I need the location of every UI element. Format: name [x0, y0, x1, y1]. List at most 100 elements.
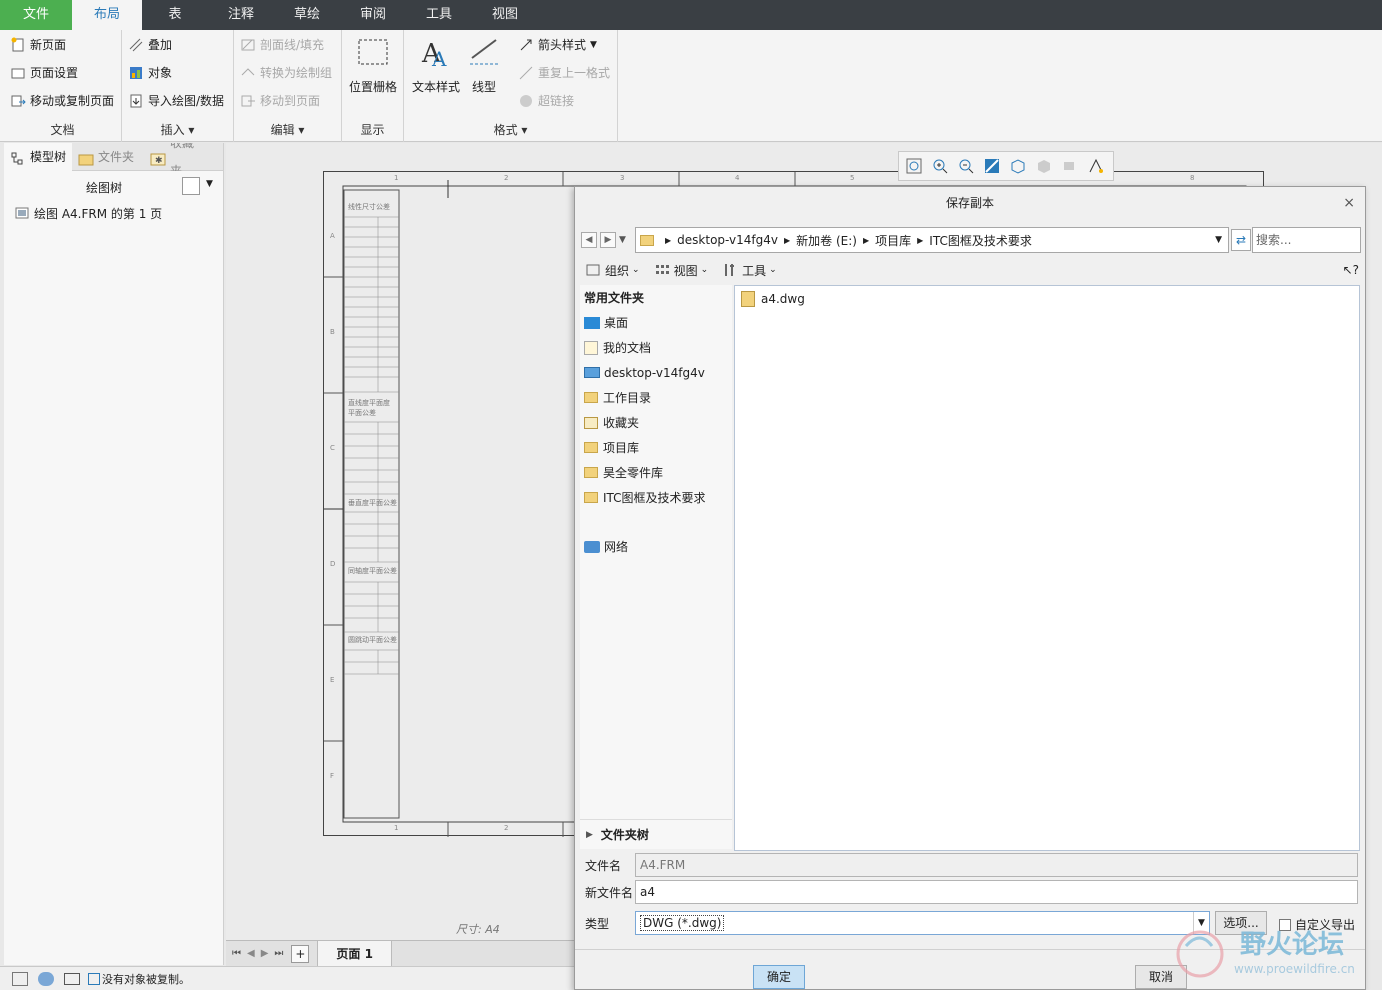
tab-layout[interactable]: 布局	[72, 0, 142, 30]
view-grid-icon	[654, 262, 670, 278]
ok-button[interactable]: 确定	[753, 965, 805, 989]
text-style-icon: AA	[418, 34, 454, 71]
nav-item-itc[interactable]: ITC图框及技术要求	[580, 485, 732, 510]
import-drawing-button[interactable]: 导入绘图/数据	[128, 90, 224, 112]
zoom-fit-icon[interactable]	[905, 157, 923, 175]
first-page-icon[interactable]: ⏮	[232, 948, 241, 959]
dwg-file-icon	[741, 291, 755, 307]
view-button[interactable]: 视图 ⌄	[654, 262, 708, 279]
folder-tree-toggle[interactable]: ▶ 文件夹树	[580, 819, 732, 849]
col-number-4: 4	[735, 174, 740, 182]
breadcrumb-item[interactable]: 项目库	[875, 232, 911, 249]
breadcrumb[interactable]: ▶ desktop-v14fg4v ▶ 新加卷 (E:) ▶ 项目库 ▶ ITC…	[635, 227, 1229, 253]
move-to-page-button[interactable]: 移动到页面	[240, 90, 320, 112]
hatch-fill-label: 剖面线/填充	[260, 38, 325, 52]
status-bar: 没有对象被复制。	[0, 966, 574, 990]
group-edit: 剖面线/填充 转换为绘制组 移动到页面 编辑 ▾	[234, 30, 342, 142]
close-button[interactable]: ×	[1343, 187, 1355, 219]
hatch-fill-button[interactable]: 剖面线/填充	[240, 34, 324, 56]
chevron-down-icon[interactable]: ▼	[1215, 235, 1222, 245]
tab-model-tree[interactable]: 模型树	[4, 143, 73, 171]
search-input[interactable]: 搜索...	[1252, 227, 1361, 253]
text-style-button[interactable]: AA 文本样式	[406, 34, 466, 95]
add-page-button[interactable]: +	[291, 944, 310, 963]
breadcrumb-item[interactable]: ITC图框及技术要求	[929, 232, 1032, 249]
tab-folder[interactable]: 文件夹	[72, 143, 144, 171]
tools-button[interactable]: 工具 ⌄	[722, 262, 777, 279]
nav-item-computer[interactable]: desktop-v14fg4v	[580, 360, 732, 385]
new-page-button[interactable]: 新页面	[10, 34, 66, 56]
arrow-style-button[interactable]: 箭头样式 ▼	[518, 34, 597, 56]
orient-icon[interactable]	[1035, 157, 1053, 175]
repeat-format-button[interactable]: 重复上一格式	[518, 62, 610, 84]
help-icon[interactable]: ↖?	[1343, 263, 1359, 277]
nav-item-desktop[interactable]: 桌面	[580, 310, 732, 335]
tab-sketch[interactable]: 草绘	[274, 0, 340, 30]
zoom-in-icon[interactable]	[931, 157, 949, 175]
row-letter-b: B	[330, 328, 335, 336]
history-dropdown-icon[interactable]: ▼	[619, 235, 626, 245]
repaint-icon[interactable]	[983, 157, 1001, 175]
object-button[interactable]: 对象	[128, 62, 172, 84]
menu-bar: 文件 布局 表 注释 草绘 审阅 工具 视图	[0, 0, 1382, 30]
folder-icon	[640, 234, 654, 246]
tab-tools[interactable]: 工具	[406, 0, 472, 30]
toggle-tree-icon[interactable]	[12, 971, 28, 986]
group-format-title[interactable]: 格式 ▾	[404, 121, 617, 138]
nav-item-parts-lib[interactable]: 昊全零件库	[580, 460, 732, 485]
back-icon[interactable]: ◀	[581, 232, 597, 248]
tree-item-page[interactable]: 绘图 A4.FRM 的第 1 页	[4, 201, 223, 225]
last-page-icon[interactable]: ⏭	[274, 948, 283, 959]
refresh-icon[interactable]: ⇄	[1231, 229, 1251, 251]
hyperlink-button[interactable]: 超链接	[518, 90, 574, 112]
tab-favorites[interactable]: ✱ 收藏夹	[144, 143, 210, 171]
convert-draft-group-button[interactable]: 转换为绘制组	[240, 62, 332, 84]
page-setup-icon	[10, 65, 26, 81]
move-copy-page-button[interactable]: 移动或复制页面	[10, 90, 114, 112]
tab-file[interactable]: 文件	[0, 0, 72, 30]
zoom-out-icon[interactable]	[957, 157, 975, 175]
nav-item-favorites[interactable]: 收藏夹	[580, 410, 732, 435]
file-item[interactable]: a4.dwg	[741, 290, 805, 308]
chevron-down-icon[interactable]: ▼	[206, 179, 213, 189]
nav-item-network[interactable]: 网络	[580, 534, 732, 559]
breadcrumb-item[interactable]: desktop-v14fg4v	[677, 233, 778, 247]
organize-button[interactable]: 组织 ⌄	[585, 262, 640, 279]
fullscreen-icon[interactable]	[64, 972, 80, 985]
display-style-icon[interactable]	[1009, 157, 1027, 175]
browser-icon[interactable]	[38, 971, 54, 986]
tree-settings-icon[interactable]	[182, 177, 200, 195]
tab-table[interactable]: 表	[142, 0, 208, 30]
group-insert-title[interactable]: 插入 ▾	[122, 121, 233, 138]
annotation-display-icon[interactable]	[1087, 157, 1105, 175]
chevron-right-icon: ▶	[917, 235, 924, 245]
page-tab-1[interactable]: 页面 1	[317, 940, 392, 967]
overlay-button[interactable]: 叠加	[128, 34, 172, 56]
next-page-icon[interactable]: ▶	[261, 948, 269, 959]
forward-icon[interactable]: ▶	[600, 232, 616, 248]
file-list[interactable]: a4.dwg	[734, 285, 1360, 851]
documents-icon	[584, 340, 598, 355]
tab-annotate[interactable]: 注释	[208, 0, 274, 30]
text-style-label: 文本样式	[411, 80, 460, 94]
nav-item-working-dir[interactable]: 工作目录	[580, 385, 732, 410]
folder-icon	[584, 442, 598, 453]
view-manager-icon[interactable]	[1061, 157, 1079, 175]
line-type-button[interactable]: 线型	[462, 34, 506, 95]
tools-icon	[722, 262, 738, 278]
tab-review[interactable]: 审阅	[340, 0, 406, 30]
nav-item-project-lib[interactable]: 项目库	[580, 435, 732, 460]
breadcrumb-item[interactable]: 新加卷 (E:)	[796, 232, 857, 249]
grid-button[interactable]: 位置栅格	[342, 34, 404, 95]
tab-view[interactable]: 视图	[472, 0, 538, 30]
col-number-5: 5	[850, 174, 855, 182]
group-edit-title[interactable]: 编辑 ▾	[234, 121, 341, 138]
type-select[interactable]: DWG (*.dwg) ▼	[635, 911, 1210, 935]
new-file-name-input[interactable]: a4	[635, 880, 1358, 904]
nav-item-documents[interactable]: 我的文档	[580, 335, 732, 360]
prev-page-icon[interactable]: ◀	[247, 948, 255, 959]
group-display-title: 显示	[360, 123, 385, 137]
page-setup-button[interactable]: 页面设置	[10, 62, 78, 84]
group-document-title: 文档	[50, 123, 75, 137]
import-drawing-label: 导入绘图/数据	[148, 94, 225, 108]
